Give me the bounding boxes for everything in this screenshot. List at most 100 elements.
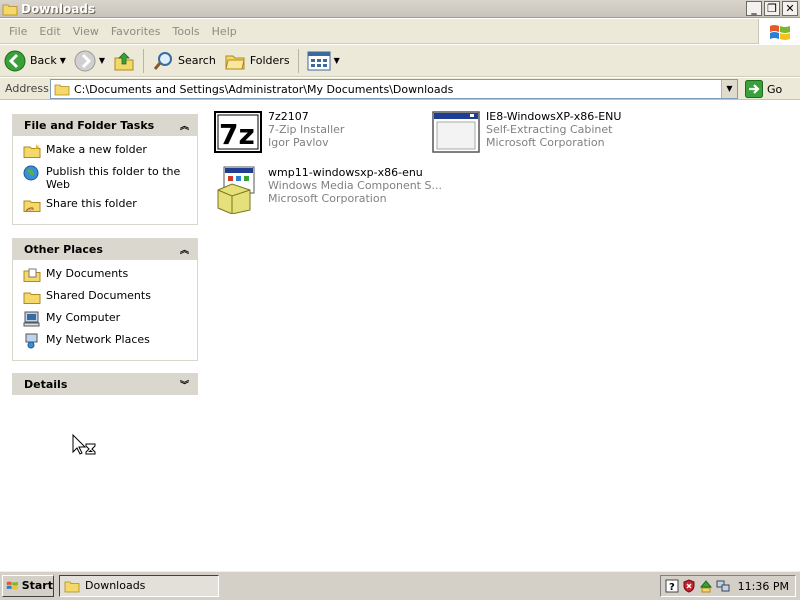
panel-title: Other Places	[24, 242, 103, 256]
network-places-icon	[23, 333, 41, 349]
folder-icon	[64, 581, 80, 592]
toolbar: Back ▼ ▼ Search Folders ▼	[0, 45, 800, 77]
taskbar-window-downloads[interactable]: Downloads	[59, 574, 219, 597]
taskbar: Start Downloads ? 11:36 PM	[0, 570, 800, 600]
task-pane: File and Folder Tasks ︽ Make a new folde…	[0, 101, 208, 570]
folder-icon	[2, 2, 18, 16]
views-button[interactable]: ▼	[303, 47, 344, 75]
forward-button[interactable]: ▼	[70, 47, 109, 75]
start-label: Start	[21, 579, 53, 592]
menu-view[interactable]: View	[67, 25, 105, 38]
search-button[interactable]: Search	[148, 47, 220, 75]
folders-label: Folders	[249, 54, 290, 67]
task-make-new-folder[interactable]: Make a new folder	[23, 140, 189, 162]
file-item-wmp11[interactable]: wmp11-windowsxp-x86-enu Windows Media Co…	[214, 166, 442, 215]
file-item-7z2107[interactable]: 7z 7z2107 7-Zip Installer Igor Pavlov	[214, 110, 344, 158]
task-label: Publish this folder to the Web	[46, 165, 181, 191]
folders-icon	[225, 55, 245, 69]
go-button[interactable]: Go	[745, 78, 782, 100]
file-company: Microsoft Corporation	[486, 136, 605, 149]
file-name: wmp11-windowsxp-x86-enu	[268, 166, 423, 179]
folders-button[interactable]: Folders	[220, 47, 294, 75]
windows-logo-icon	[758, 19, 800, 44]
share-folder-icon	[23, 197, 41, 213]
menu-bar: File Edit View Favorites Tools Help	[0, 19, 800, 44]
menu-help[interactable]: Help	[206, 25, 243, 38]
close-button[interactable]: ✕	[782, 1, 798, 16]
security-shield-icon[interactable]	[682, 579, 696, 593]
file-list: 7z 7z2107 7-Zip Installer Igor Pavlov IE…	[208, 101, 800, 570]
svg-text:7z: 7z	[219, 118, 255, 151]
panel-header[interactable]: Other Places ︽	[12, 238, 198, 260]
minimize-button[interactable]: _	[746, 1, 762, 16]
up-folder-icon	[114, 51, 134, 70]
file-description: 7-Zip Installer	[268, 123, 345, 136]
back-label: Back	[30, 54, 57, 67]
place-label: My Network Places	[46, 333, 150, 346]
search-label: Search	[178, 54, 216, 67]
back-arrow-icon	[4, 50, 26, 71]
collapse-chevron-icon[interactable]: ︽	[180, 243, 189, 256]
place-my-documents[interactable]: My Documents	[23, 264, 189, 286]
taskbar-window-label: Downloads	[85, 579, 146, 592]
task-label: Share this folder	[46, 197, 137, 210]
clock[interactable]: 11:36 PM	[738, 580, 789, 593]
place-label: Shared Documents	[46, 289, 151, 302]
place-shared-documents[interactable]: Shared Documents	[23, 286, 189, 308]
installer-icon	[214, 166, 262, 215]
file-name: 7z2107	[268, 110, 309, 123]
up-folder-button[interactable]	[109, 47, 139, 75]
publish-web-icon	[23, 165, 41, 181]
file-item-ie8[interactable]: IE8-WindowsXP-x86-ENU Self-Extracting Ca…	[432, 110, 621, 158]
menu-edit[interactable]: Edit	[33, 25, 66, 38]
title-bar[interactable]: Downloads _ ❐ ✕	[0, 0, 800, 18]
panel-header[interactable]: File and Folder Tasks ︽	[12, 114, 198, 136]
task-share-folder[interactable]: Share this folder	[23, 194, 189, 216]
menu-tools[interactable]: Tools	[167, 25, 206, 38]
place-label: My Computer	[46, 311, 121, 324]
help-icon[interactable]: ?	[665, 579, 679, 593]
place-label: My Documents	[46, 267, 129, 280]
restore-button[interactable]: ❐	[764, 1, 780, 16]
task-publish-web[interactable]: Publish this folder to the Web	[23, 162, 189, 194]
collapse-chevron-icon[interactable]: ︽	[180, 119, 189, 132]
system-tray: ? 11:36 PM	[660, 575, 796, 597]
7zip-icon: 7z	[214, 110, 262, 158]
file-company: Igor Pavlov	[268, 136, 329, 149]
address-bar: Address C:\Documents and Settings\Admini…	[0, 78, 800, 100]
back-dropdown-icon[interactable]: ▼	[60, 56, 66, 65]
address-label: Address	[5, 82, 49, 95]
start-button[interactable]: Start	[2, 574, 54, 597]
cabinet-icon	[432, 110, 480, 158]
file-folder-tasks-panel: File and Folder Tasks ︽ Make a new folde…	[12, 114, 198, 225]
my-documents-icon	[23, 267, 41, 283]
back-button[interactable]: Back ▼	[0, 47, 70, 75]
other-places-panel: Other Places ︽ My Documents Shared Docum…	[12, 238, 198, 361]
go-arrow-icon	[745, 80, 763, 98]
update-icon[interactable]	[699, 579, 713, 593]
panel-title: Details	[24, 377, 68, 391]
menu-favorites[interactable]: Favorites	[105, 25, 167, 38]
views-dropdown-icon[interactable]: ▼	[334, 56, 340, 65]
my-computer-icon	[23, 311, 41, 327]
menu-file[interactable]: File	[3, 25, 33, 38]
address-dropdown-icon[interactable]: ▼	[721, 80, 737, 98]
go-label: Go	[767, 82, 783, 96]
network-connection-icon[interactable]	[716, 579, 730, 593]
expand-chevron-icon[interactable]: ︾	[180, 378, 189, 391]
panel-header[interactable]: Details ︾	[12, 373, 198, 395]
place-network-places[interactable]: My Network Places	[23, 330, 189, 352]
window-title: Downloads	[21, 1, 96, 16]
toolbar-separator	[143, 48, 145, 73]
search-icon	[153, 51, 173, 70]
forward-dropdown-icon[interactable]: ▼	[99, 56, 105, 65]
shared-documents-icon	[23, 289, 41, 305]
windows-logo-icon	[6, 581, 18, 590]
place-my-computer[interactable]: My Computer	[23, 308, 189, 330]
file-company: Microsoft Corporation	[268, 192, 387, 205]
new-folder-icon	[23, 143, 41, 159]
forward-arrow-icon	[74, 50, 96, 71]
svg-text:?: ?	[669, 582, 675, 593]
address-input[interactable]: C:\Documents and Settings\Administrator\…	[50, 79, 738, 99]
busy-cursor-icon	[72, 433, 98, 458]
